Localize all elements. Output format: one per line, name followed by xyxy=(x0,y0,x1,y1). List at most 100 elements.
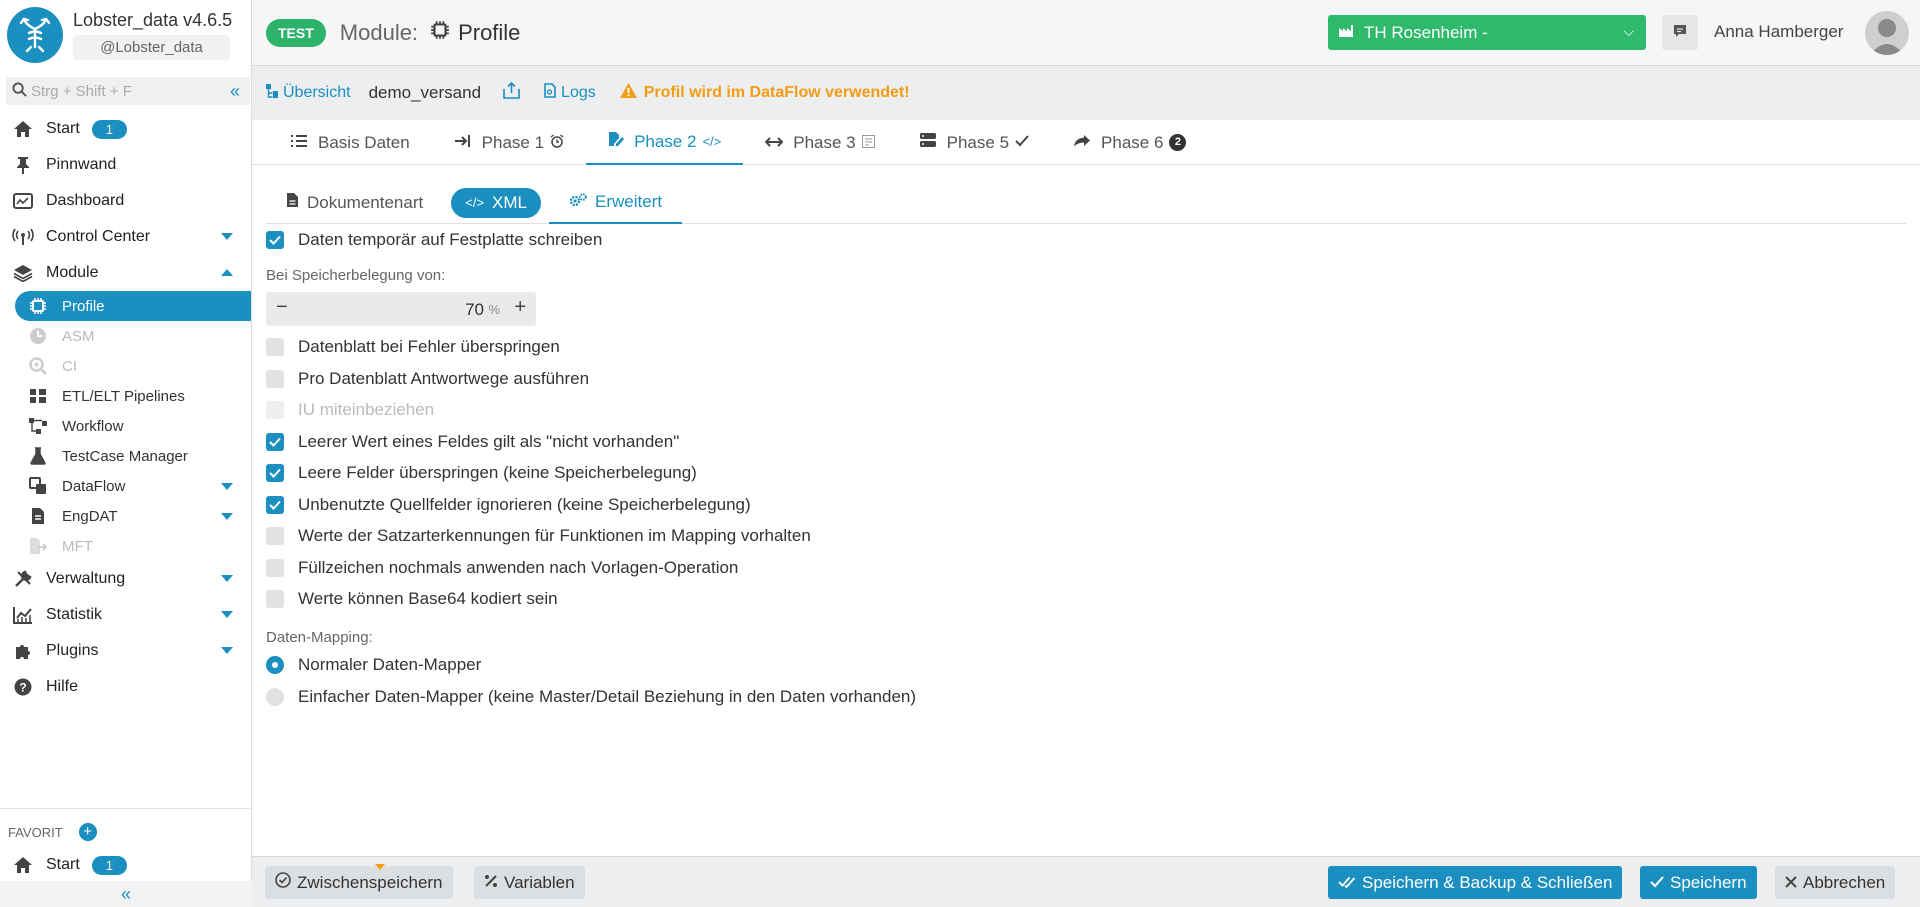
cogs-icon xyxy=(569,192,587,212)
check-icon xyxy=(1650,873,1664,893)
save-button[interactable]: Speichern xyxy=(1640,866,1757,899)
sidebar-item-dashboard[interactable]: Dashboard xyxy=(0,183,251,219)
search-input[interactable] xyxy=(31,82,211,100)
tab-basis-daten[interactable]: Basis Daten xyxy=(268,120,432,165)
decrement-button[interactable]: − xyxy=(276,296,288,319)
option-row: IU miteinbeziehen xyxy=(266,395,1906,427)
option-row[interactable]: Werte können Base64 kodiert sein xyxy=(266,584,1906,616)
checkbox[interactable] xyxy=(266,338,284,357)
sidebar-item-plugins[interactable]: Plugins xyxy=(0,633,251,669)
favorites-heading: FAVORIT + xyxy=(0,823,252,841)
chevron-up-icon xyxy=(221,269,233,276)
option-row[interactable]: Unbenutzte Quellfelder ignorieren (keine… xyxy=(266,489,1906,521)
sidebar-item-start[interactable]: Start 1 xyxy=(0,111,251,147)
add-favorite-button[interactable]: + xyxy=(78,823,97,841)
export-icon[interactable] xyxy=(503,81,520,104)
sidebar-item-module[interactable]: Module xyxy=(0,255,251,291)
checkbox xyxy=(266,401,284,420)
tab-phase-3[interactable]: Phase 3 xyxy=(743,120,896,165)
mapping-option[interactable]: Einfacher Daten-Mapper (keine Master/Det… xyxy=(266,681,1906,713)
svg-text:?: ? xyxy=(19,681,26,695)
tab-phase-1[interactable]: Phase 1 xyxy=(432,120,586,165)
sidebar-item-dataflow[interactable]: DataFlow xyxy=(0,471,251,501)
sidebar-item-label: Dashboard xyxy=(46,192,125,209)
sidebar-item-label: ASM xyxy=(62,327,95,345)
option-label: Leerer Wert eines Feldes gilt als "nicht… xyxy=(298,431,680,451)
sidebar-item-verwaltung[interactable]: Verwaltung xyxy=(0,561,251,597)
organisation-select[interactable]: TH Rosenheim - ⌵ xyxy=(1328,15,1646,50)
sidebar-item-hilfe[interactable]: ? Hilfe xyxy=(0,669,251,705)
option-label: Unbenutzte Quellfelder ignorieren (keine… xyxy=(298,494,751,514)
tab-phase-5[interactable]: Phase 5 xyxy=(897,120,1051,165)
option-row[interactable]: Leerer Wert eines Feldes gilt als "nicht… xyxy=(266,426,1906,458)
overview-link[interactable]: Übersicht xyxy=(266,83,351,103)
avatar[interactable] xyxy=(1865,11,1909,55)
checkbox[interactable] xyxy=(266,432,284,451)
checkbox[interactable] xyxy=(266,495,284,514)
logs-link[interactable]: Logs xyxy=(544,83,596,103)
environment-badge: TEST xyxy=(266,18,326,47)
collapse-sidebar-button[interactable]: « xyxy=(0,881,252,907)
sidebar-item-statistik[interactable]: Statistik xyxy=(0,597,251,633)
sidebar-item-pinnwand[interactable]: Pinnwand xyxy=(0,147,251,183)
option-row[interactable]: Füllzeichen nochmals anwenden nach Vorla… xyxy=(266,552,1906,584)
page-title-text: Profile xyxy=(458,19,521,45)
memory-percent-stepper[interactable]: − 70 % + xyxy=(266,291,536,326)
option-temp-write[interactable]: Daten temporär auf Festplatte schreiben xyxy=(266,224,1906,256)
tab-label: Phase 3 xyxy=(793,132,856,152)
favorite-item-start[interactable]: Start 1 xyxy=(0,847,252,883)
sidebar-item-testcase-manager[interactable]: TestCase Manager xyxy=(0,441,251,471)
sidebar-item-label: TestCase Manager xyxy=(62,447,188,465)
memory-percent-value[interactable]: 70 xyxy=(465,300,484,320)
page-title: Profile xyxy=(430,20,520,46)
option-row[interactable]: Pro Datenblatt Antwortwege ausführen xyxy=(266,363,1906,395)
sidebar-item-workflow[interactable]: Workflow xyxy=(0,411,251,441)
sidebar-item-control-center[interactable]: Control Center xyxy=(0,219,251,255)
chat-button[interactable] xyxy=(1662,15,1698,50)
option-row[interactable]: Datenblatt bei Fehler überspringen xyxy=(266,332,1906,364)
variables-button[interactable]: Variablen xyxy=(474,866,585,899)
chevron-down-icon xyxy=(221,233,233,240)
footer-toolbar: Zwischenspeichern Variablen Speichern & … xyxy=(252,856,1920,907)
subtab-dokumentenart[interactable]: Dokumentenart xyxy=(266,182,443,224)
collapse-sidebar-icon[interactable]: « xyxy=(230,82,240,100)
checkbox[interactable] xyxy=(266,527,284,546)
option-row[interactable]: Werte der Satzarterkennungen für Funktio… xyxy=(266,521,1906,553)
memory-label: Bei Speicherbelegung von: xyxy=(266,267,446,284)
list-icon xyxy=(290,133,308,153)
checkbox[interactable] xyxy=(266,558,284,577)
subtab-xml[interactable]: </> XML xyxy=(451,187,541,218)
save-backup-close-button[interactable]: Speichern & Backup & Schließen xyxy=(1328,866,1623,899)
checkbox[interactable] xyxy=(266,369,284,388)
draft-save-label: Zwischenspeichern xyxy=(297,872,443,892)
sidebar-item-profile[interactable]: Profile xyxy=(15,291,251,321)
cancel-button[interactable]: Abbrechen xyxy=(1775,866,1896,899)
tab-phase-2[interactable]: Phase 2 </> xyxy=(586,120,744,165)
sign-in-icon xyxy=(454,133,472,153)
mapping-option[interactable]: Normaler Daten-Mapper xyxy=(266,649,1906,681)
option-label: IU miteinbeziehen xyxy=(298,400,435,420)
checkbox[interactable] xyxy=(266,464,284,483)
share-icon xyxy=(1073,133,1091,153)
sidebar-item-etl-pipelines[interactable]: ETL/ELT Pipelines xyxy=(0,381,251,411)
checkbox[interactable] xyxy=(266,590,284,609)
chevron-down-icon xyxy=(221,513,233,520)
sidebar-item-label: Control Center xyxy=(46,228,151,245)
logs-label: Logs xyxy=(561,84,596,101)
user-name[interactable]: Anna Hamberger xyxy=(1714,22,1843,42)
lobster-logo-icon[interactable] xyxy=(7,7,63,63)
increment-button[interactable]: + xyxy=(514,296,526,319)
radio-button[interactable] xyxy=(266,688,284,706)
option-row[interactable]: Leere Felder überspringen (keine Speiche… xyxy=(266,458,1906,490)
start-count-badge: 1 xyxy=(91,119,128,139)
checkbox[interactable] xyxy=(266,230,284,249)
subtab-erweitert[interactable]: Erweitert xyxy=(549,182,683,224)
subtab-label: Erweitert xyxy=(595,191,663,211)
tab-phase-6[interactable]: Phase 6 2 xyxy=(1051,120,1208,165)
sidebar-item-label: Module xyxy=(46,264,99,281)
sidebar-item-engdat[interactable]: EngDAT xyxy=(0,501,251,531)
radio-button[interactable] xyxy=(266,656,284,674)
sidebar-item-label: CI xyxy=(62,357,77,375)
code-icon: </> xyxy=(465,195,485,210)
draft-save-button[interactable]: Zwischenspeichern xyxy=(265,864,453,899)
